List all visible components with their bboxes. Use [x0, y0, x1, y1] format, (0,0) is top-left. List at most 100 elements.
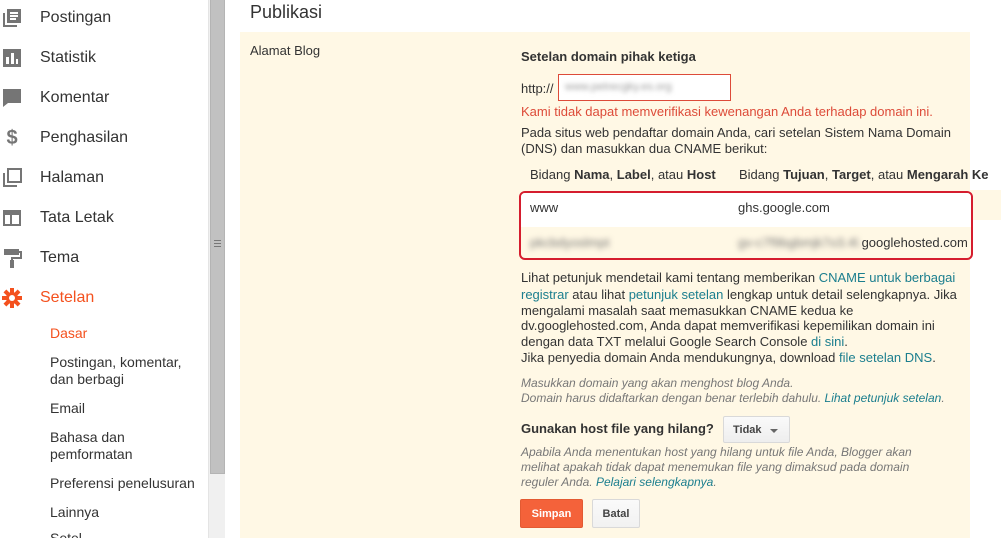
setup-help-link[interactable]: Lihat petunjuk setelan: [825, 391, 942, 405]
help-text: dengan data TXT melalui Google Search Co…: [521, 334, 812, 349]
help-line-4: dv.googlehosted.com, Anda dapat memverif…: [521, 318, 935, 333]
help-text: Lihat petunjuk mendetail kami tentang me…: [521, 270, 819, 285]
help-line-5: dengan data TXT melalui Google Search Co…: [521, 334, 848, 350]
column-header-target: Bidang Tujuan, Target, atau Mengarah Ke: [739, 167, 989, 182]
paint-roller-icon: [2, 248, 22, 268]
sidebar-subitem-dasar[interactable]: Dasar: [50, 325, 205, 342]
page-title: Publikasi: [250, 2, 323, 22]
hint-text: .: [941, 391, 945, 405]
col-bold: Host: [686, 167, 716, 182]
sidebar-item-label: Postingan: [40, 9, 112, 26]
col-bold: Label: [616, 167, 651, 182]
layout-icon: [2, 208, 22, 228]
sidebar-subitem-bahasa[interactable]: Bahasa dan pemformatan: [50, 429, 205, 463]
cancel-button[interactable]: Batal: [592, 499, 640, 528]
sidebar-scrollbar[interactable]: [208, 0, 225, 538]
dns-intro-line-1: Pada situs web pendaftar domain Anda, ca…: [521, 125, 951, 140]
posts-icon: [2, 8, 22, 28]
host-hint-3: reguler Anda. Pelajari selengkapnya.: [521, 475, 717, 490]
cname-row-1-target: ghs.google.com: [738, 200, 830, 215]
comments-icon: [2, 88, 22, 108]
cname-row-2-target: gv-c7f9bgbmjk7o3.4l.googlehosted.com: [738, 235, 968, 250]
sidebar-item-postingan[interactable]: Postingan: [0, 0, 208, 38]
sidebar-subitem-preferensi[interactable]: Preferensi penelusuran: [50, 475, 205, 492]
col-text: , atau: [650, 167, 687, 182]
missing-host-select-value: Tidak: [733, 423, 762, 436]
host-hint-2: melihat apakah tidak dapat menemukan fil…: [521, 460, 910, 474]
help-line-6: Jika penyedia domain Anda mendukungnya, …: [521, 350, 936, 366]
help-line-1: Lihat petunjuk mendetail kami tentang me…: [521, 270, 955, 286]
help-text: .: [932, 350, 936, 365]
cname-row-2-name: pkcbdyoslmpt: [530, 235, 610, 250]
cname-row-2-target-suffix: googlehosted.com: [861, 235, 968, 250]
col-text: ,: [824, 167, 832, 182]
sidebar-item-statistik[interactable]: Statistik: [0, 38, 208, 78]
sidebar-item-label: Halaman: [40, 169, 105, 186]
hint-text: reguler Anda.: [521, 475, 596, 489]
sidebar-subitem-email[interactable]: Email: [50, 400, 205, 417]
help-text: .: [844, 334, 848, 349]
sidebar-item-label: Tata Letak: [40, 209, 114, 226]
scrollbar-thumb[interactable]: [210, 0, 225, 474]
host-hint-1: Apabila Anda menentukan host yang hilang…: [521, 445, 912, 459]
help-line-3: mengalami masalah saat memasukkan CNAME …: [521, 303, 854, 318]
search-console-link[interactable]: di sini: [811, 334, 844, 349]
col-text: Bidang: [530, 167, 575, 182]
missing-host-question: Gunakan host file yang hilang?: [521, 421, 714, 436]
sidebar-subitem-setel[interactable]: Setel: [50, 530, 205, 538]
sidebar-subitem-lainnya[interactable]: Lainnya: [50, 504, 205, 521]
blog-address-label: Alamat Blog: [250, 43, 321, 58]
sidebar-subitem-postingan-komentar[interactable]: Postingan, komentar, dan berbagi: [50, 354, 205, 388]
domain-hint-2: Domain harus didaftarkan dengan benar te…: [521, 391, 945, 406]
sidebar-item-label: Tema: [40, 249, 80, 266]
help-line-2: registrar atau lihat petunjuk setelan le…: [521, 287, 957, 303]
help-text: atau lihat: [568, 287, 629, 302]
col-text: ,: [609, 167, 617, 182]
save-button[interactable]: Simpan: [520, 499, 583, 528]
column-header-name: Bidang Nama, Label, atau Host: [530, 167, 716, 182]
sidebar-item-tema[interactable]: Tema: [0, 238, 208, 278]
help-text: Jika penyedia domain Anda mendukungnya, …: [521, 350, 840, 365]
sidebar-item-halaman[interactable]: Halaman: [0, 158, 208, 198]
hint-text: Domain harus didaftarkan dengan benar te…: [521, 391, 825, 405]
third-party-domain-title: Setelan domain pihak ketiga: [521, 49, 696, 64]
col-text: , atau: [870, 167, 907, 182]
domain-input-value: www.petrecgky.es.org: [565, 81, 672, 93]
sidebar-item-tata-letak[interactable]: Tata Letak: [0, 198, 208, 238]
col-bold: Tujuan: [783, 167, 825, 182]
registrar-link[interactable]: registrar: [521, 287, 569, 302]
panel-extension: [970, 190, 1001, 220]
cname-guide-link[interactable]: CNAME untuk berbagai: [819, 270, 956, 285]
hint-text: .: [713, 475, 717, 489]
chevron-down-icon: [770, 429, 778, 433]
sidebar-item-label: Komentar: [40, 89, 110, 106]
dns-settings-file-link[interactable]: file setelan DNS: [839, 350, 932, 365]
setup-guide-link[interactable]: petunjuk setelan: [629, 287, 724, 302]
dollar-icon: $: [6, 126, 18, 149]
verification-error: Kami tidak dapat memverifikasi kewenanga…: [521, 104, 933, 119]
col-bold: Target: [831, 167, 871, 182]
cname-row-2-target-prefix: gv-c7f9bgbmjk7o3.4l.: [738, 235, 862, 250]
domain-input[interactable]: www.petrecgky.es.org: [558, 74, 731, 101]
http-prefix: http://: [521, 81, 554, 96]
sidebar: Postingan Statistik Komentar $ Penghasil…: [0, 0, 208, 538]
cname-records-table: www ghs.google.com pkcbdyoslmpt gv-c7f9b…: [519, 191, 973, 260]
stats-icon: [2, 48, 22, 68]
cname-row-1-name: www: [530, 200, 559, 215]
learn-more-link[interactable]: Pelajari selengkapnya: [596, 475, 713, 489]
sidebar-item-setelan[interactable]: Setelan: [0, 278, 208, 318]
gear-icon: [2, 288, 22, 308]
col-text: Bidang: [739, 167, 784, 182]
sidebar-item-label: Statistik: [40, 49, 97, 66]
sidebar-item-penghasilan[interactable]: $ Penghasilan: [0, 118, 208, 158]
dns-intro-line-2: (DNS) dan masukkan dua CNAME berikut:: [521, 141, 768, 156]
pages-icon: [2, 168, 22, 188]
sidebar-item-komentar[interactable]: Komentar: [0, 78, 208, 118]
domain-hint-1: Masukkan domain yang akan menghost blog …: [521, 376, 794, 390]
sidebar-item-label: Setelan: [40, 289, 95, 306]
col-bold: Nama: [574, 167, 610, 182]
help-text: lengkap untuk detail selengkapnya. Jika: [723, 287, 957, 302]
missing-host-select[interactable]: Tidak: [723, 416, 790, 443]
col-bold: Mengarah Ke: [906, 167, 989, 182]
sidebar-item-label: Penghasilan: [40, 129, 129, 146]
